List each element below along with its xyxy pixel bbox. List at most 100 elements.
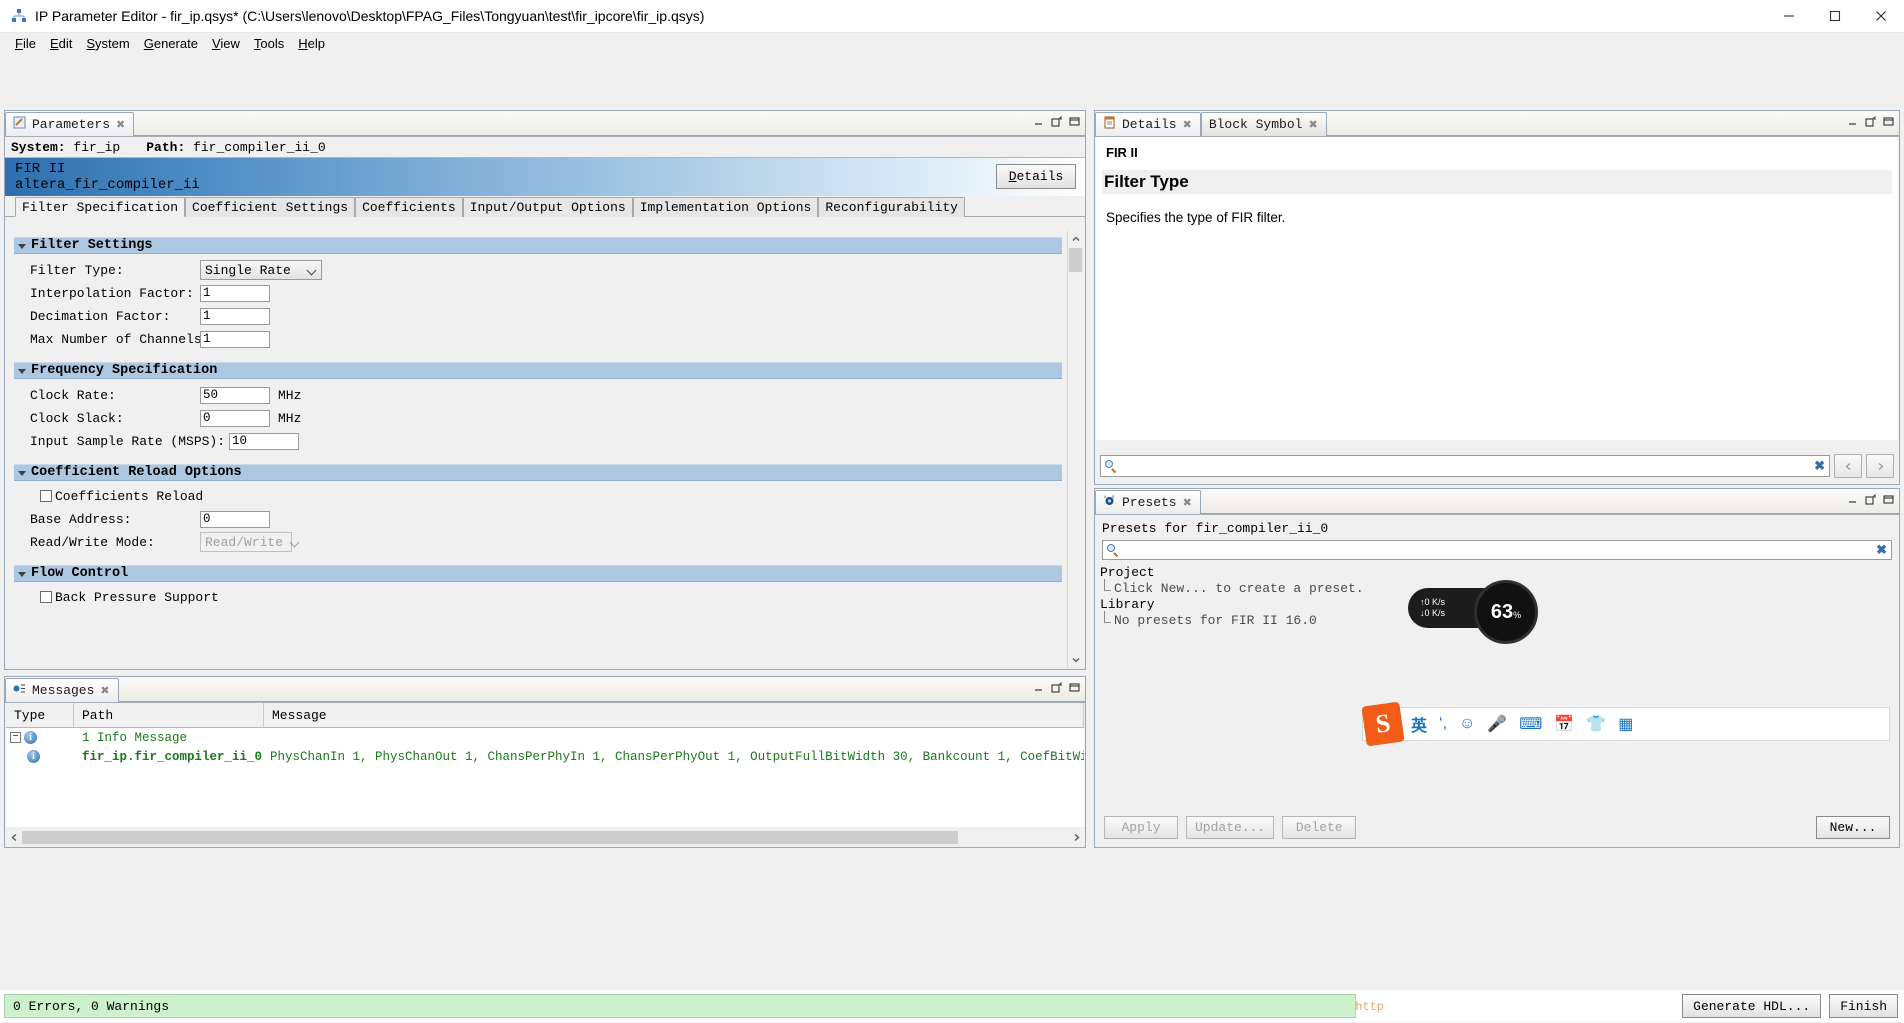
menu-system[interactable]: System xyxy=(79,34,136,53)
tab-parameters[interactable]: Parameters ✖ xyxy=(5,112,134,136)
calendar-icon[interactable]: 📅 xyxy=(1554,714,1574,734)
details-prev-button[interactable] xyxy=(1834,454,1862,478)
checkbox-coefficients-reload[interactable]: Coefficients Reload xyxy=(40,486,1062,506)
float-icon[interactable] xyxy=(1051,682,1062,693)
new-button[interactable]: New... xyxy=(1816,816,1890,839)
close-icon[interactable]: ✖ xyxy=(1183,496,1192,510)
filter-type-combo[interactable]: Single Rate xyxy=(200,260,322,280)
decimation-factor-input[interactable]: 1 xyxy=(200,308,270,325)
apply-button[interactable]: Apply xyxy=(1104,816,1178,839)
menu-generate[interactable]: Generate xyxy=(137,34,205,53)
minimize-button[interactable] xyxy=(1766,0,1812,32)
generate-hdl-button[interactable]: Generate HDL... xyxy=(1682,994,1821,1018)
tab-input-output-options[interactable]: Input/Output Options xyxy=(463,197,633,217)
expander-icon[interactable]: − xyxy=(10,732,21,743)
maximize-button[interactable] xyxy=(1812,0,1858,32)
minimize-icon[interactable] xyxy=(1847,494,1858,505)
maximize-icon[interactable] xyxy=(1883,494,1894,505)
microphone-icon[interactable]: 🎤 xyxy=(1487,714,1507,734)
network-speed-widget[interactable]: ↑0 K/s ↓0 K/s 63 % xyxy=(1408,588,1528,650)
close-icon[interactable]: ✖ xyxy=(100,684,109,698)
shirt-icon[interactable]: 👕 xyxy=(1586,714,1606,734)
column-path[interactable]: Path xyxy=(74,703,264,727)
group-frequency-specification[interactable]: Frequency Specification xyxy=(14,362,1062,379)
finish-button[interactable]: Finish xyxy=(1829,994,1898,1018)
close-icon[interactable]: ✖ xyxy=(116,118,125,132)
scroll-left-arrow-icon[interactable] xyxy=(6,833,22,842)
scroll-right-arrow-icon[interactable] xyxy=(958,833,1084,842)
update-button[interactable]: Update... xyxy=(1186,816,1274,839)
cpu-usage-ring[interactable]: 63 % xyxy=(1474,580,1538,644)
maximize-icon[interactable] xyxy=(1069,682,1080,693)
checkbox-icon[interactable] xyxy=(40,591,52,603)
tree-node-project[interactable]: Project xyxy=(1100,564,1898,581)
tab-messages[interactable]: Messages ✖ xyxy=(5,678,119,702)
statusbar: 0 Errors, 0 Warnings http Generate HDL..… xyxy=(0,990,1904,1022)
clock-rate-input[interactable]: 50 xyxy=(200,387,270,404)
column-type[interactable]: Type xyxy=(6,703,74,727)
float-icon[interactable] xyxy=(1865,494,1876,505)
filter-type-value: Single Rate xyxy=(205,263,291,278)
menu-edit[interactable]: Edit xyxy=(43,34,79,53)
checkbox-icon[interactable] xyxy=(40,490,52,502)
max-channels-input[interactable]: 1 xyxy=(200,331,270,348)
scrollbar-thumb[interactable] xyxy=(1069,248,1082,272)
clear-icon[interactable]: ✖ xyxy=(1876,542,1887,558)
read-write-mode-combo[interactable]: Read/Write xyxy=(200,532,292,552)
close-button[interactable] xyxy=(1858,0,1904,32)
column-message[interactable]: Message xyxy=(264,703,1084,727)
scroll-up-arrow-icon[interactable] xyxy=(1068,231,1084,247)
minimize-icon[interactable] xyxy=(1033,682,1044,693)
menu-file[interactable]: File xyxy=(8,34,43,53)
ime-toolbar[interactable]: 英 ‘, ☺ 🎤 ⌨ 📅 👕 ▦ xyxy=(1362,707,1890,741)
group-filter-settings[interactable]: Filter Settings xyxy=(14,237,1062,254)
keyboard-icon[interactable]: ⌨ xyxy=(1519,714,1542,734)
maximize-icon[interactable] xyxy=(1883,116,1894,127)
float-icon[interactable] xyxy=(1051,116,1062,127)
menu-tools[interactable]: Tools xyxy=(247,34,291,53)
comma-icon[interactable]: ‘, xyxy=(1439,715,1447,733)
tab-presets[interactable]: AB Presets ✖ xyxy=(1095,490,1201,514)
tab-block-symbol[interactable]: Block Symbol ✖ xyxy=(1201,112,1327,136)
scrollbar-thumb[interactable] xyxy=(22,831,958,844)
parameter-form-inner: Filter Settings Filter Type: Single Rate… xyxy=(14,237,1062,609)
clock-slack-input[interactable]: 0 xyxy=(200,410,270,427)
scroll-down-arrow-icon[interactable] xyxy=(1068,652,1084,668)
menu-view[interactable]: View xyxy=(205,34,247,53)
grid-icon[interactable]: ▦ xyxy=(1618,714,1633,734)
interpolation-factor-input[interactable]: 1 xyxy=(200,285,270,302)
menu-help[interactable]: Help xyxy=(291,34,332,53)
tab-coefficients[interactable]: Coefficients xyxy=(355,197,463,217)
group-coefficient-reload-options[interactable]: Coefficient Reload Options xyxy=(14,464,1062,481)
details-search-input[interactable]: ✖ xyxy=(1100,455,1830,477)
close-icon[interactable]: ✖ xyxy=(1183,118,1192,132)
details-content: FIR II Filter Type Specifies the type of… xyxy=(1096,137,1898,440)
presets-search-input[interactable]: ✖ xyxy=(1102,540,1892,560)
table-row[interactable]: − i 1 Info Message xyxy=(6,728,1084,747)
details-next-button[interactable] xyxy=(1866,454,1894,478)
table-row[interactable]: i fir_ip.fir_compiler_ii_0 PhysChanIn 1,… xyxy=(6,747,1084,766)
minimize-icon[interactable] xyxy=(1033,116,1044,127)
messages-horizontal-scrollbar[interactable] xyxy=(6,828,1084,846)
base-address-input[interactable]: 0 xyxy=(200,511,270,528)
parameters-vertical-scrollbar[interactable] xyxy=(1067,231,1084,668)
tab-filter-specification[interactable]: Filter Specification xyxy=(15,197,185,217)
checkbox-back-pressure-support[interactable]: Back Pressure Support xyxy=(40,587,1062,607)
maximize-icon[interactable] xyxy=(1069,116,1080,127)
tab-details[interactable]: Details ✖ xyxy=(1095,112,1201,136)
sogou-logo-icon[interactable]: S xyxy=(1361,702,1404,747)
close-icon[interactable]: ✖ xyxy=(1308,118,1317,132)
float-icon[interactable] xyxy=(1865,116,1876,127)
tab-coefficient-settings[interactable]: Coefficient Settings xyxy=(185,197,355,217)
details-button[interactable]: Details xyxy=(996,164,1076,189)
emoji-icon[interactable]: ☺ xyxy=(1459,715,1475,733)
ime-mode-label[interactable]: 英 xyxy=(1411,712,1427,736)
group-flow-control[interactable]: Flow Control xyxy=(14,565,1062,582)
minimize-icon[interactable] xyxy=(1847,116,1858,127)
input-sample-rate-input[interactable]: 10 xyxy=(229,433,299,450)
tab-implementation-options[interactable]: Implementation Options xyxy=(633,197,819,217)
clear-icon[interactable]: ✖ xyxy=(1814,458,1825,474)
tab-reconfigurability[interactable]: Reconfigurability xyxy=(818,197,965,217)
delete-button[interactable]: Delete xyxy=(1282,816,1356,839)
block-symbol-tab-label: Block Symbol xyxy=(1209,117,1303,132)
